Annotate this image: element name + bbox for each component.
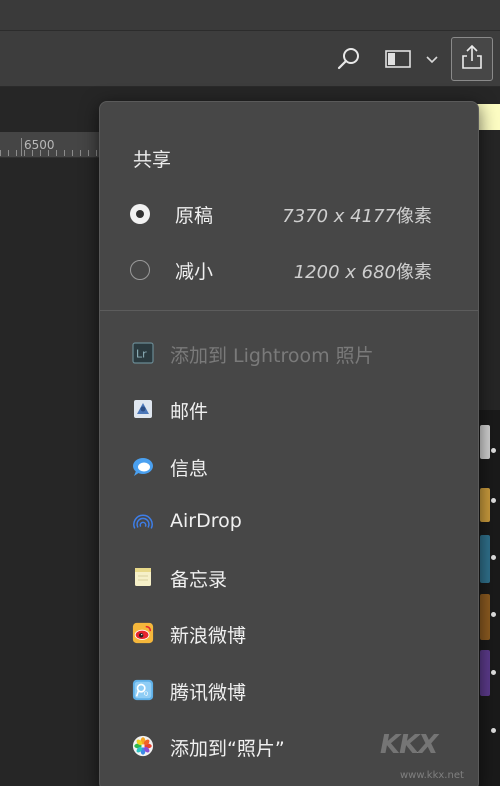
size-option-label: 原稿 — [175, 205, 214, 227]
menu-item-tencent-weibo[interactable]: Q 腾讯微博 — [132, 676, 452, 706]
menu-item-airdrop[interactable]: AirDrop — [132, 508, 452, 538]
layer-thumbnail[interactable] — [480, 425, 490, 459]
visibility-dot[interactable] — [491, 448, 496, 453]
visibility-dot[interactable] — [491, 555, 496, 560]
ruler-label: 6500 — [24, 138, 55, 152]
messages-icon — [132, 455, 154, 477]
menu-item-notes[interactable]: 备忘录 — [132, 563, 452, 593]
title-bar — [0, 0, 500, 31]
menu-heading: 共享 — [133, 149, 172, 171]
share-icon — [459, 43, 485, 75]
size-option-reduced[interactable]: 减小 1200 x 680像素 — [130, 256, 432, 286]
size-option-original[interactable]: 原稿 7370 x 4177像素 — [130, 200, 432, 230]
watermark-logo: KKX — [380, 730, 438, 760]
layer-thumbnail[interactable] — [480, 488, 490, 522]
svg-text:Lr: Lr — [136, 348, 147, 361]
layer-thumbnail[interactable] — [480, 594, 490, 640]
tencent-weibo-icon: Q — [132, 679, 154, 701]
chevron-down-icon[interactable] — [422, 50, 442, 70]
app-window: 共享图像 6500 共享 原稿 7370 x 4177像素 减小 1200 x … — [0, 0, 500, 786]
menu-item-sina-weibo[interactable]: 新浪微博 — [132, 619, 452, 649]
lightroom-icon: Lr — [132, 342, 154, 364]
document-canvas[interactable] — [0, 158, 100, 786]
menu-item-messages[interactable]: 信息 — [132, 452, 452, 482]
share-button[interactable] — [451, 37, 493, 81]
notes-icon — [132, 566, 154, 588]
visibility-dot[interactable] — [491, 670, 496, 675]
layer-thumbnail[interactable] — [480, 535, 490, 583]
sina-weibo-icon — [132, 622, 154, 644]
menu-divider — [100, 310, 478, 311]
search-icon[interactable] — [334, 44, 364, 74]
svg-text:Q: Q — [144, 692, 149, 698]
menu-item-lightroom: Lr 添加到 Lightroom 照片 — [132, 339, 452, 369]
radio-button-selected[interactable] — [130, 204, 150, 224]
watermark-url: www.kkx.net — [400, 770, 464, 781]
visibility-dot[interactable] — [491, 612, 496, 617]
menu-item-mail[interactable]: 邮件 — [132, 395, 452, 425]
size-option-dimensions: 1200 x 680像素 — [293, 262, 432, 283]
layer-thumbnail[interactable] — [480, 650, 490, 696]
radio-button-unselected[interactable] — [130, 260, 150, 280]
airdrop-icon — [132, 511, 154, 533]
mail-icon — [132, 398, 154, 420]
size-option-dimensions: 7370 x 4177像素 — [282, 206, 432, 227]
visibility-dot[interactable] — [491, 728, 496, 733]
photos-icon — [132, 735, 154, 757]
share-menu: 共享 原稿 7370 x 4177像素 减小 1200 x 680像素 Lr 添… — [99, 101, 479, 786]
visibility-dot[interactable] — [491, 498, 496, 503]
panel-layout-icon[interactable] — [382, 46, 414, 72]
size-option-label: 减小 — [175, 261, 214, 283]
